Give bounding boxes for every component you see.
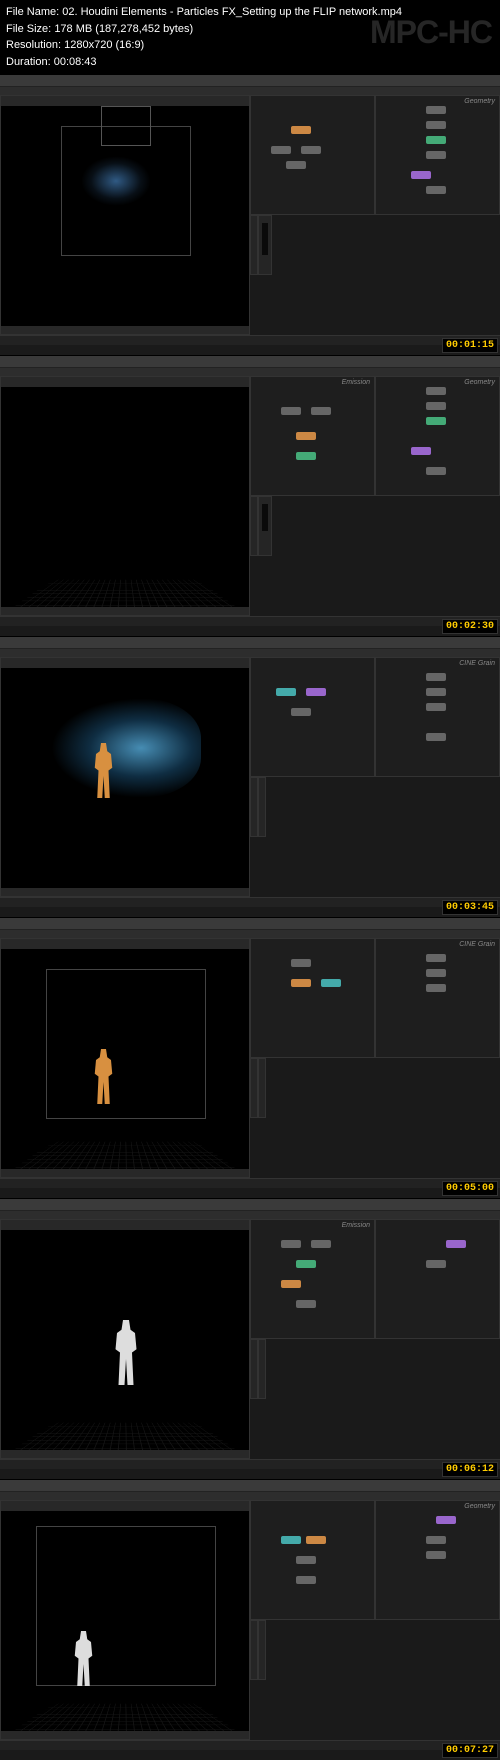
menubar: [0, 368, 500, 376]
parameter-panel-2: [258, 1620, 266, 1680]
thumbnail[interactable]: Emission Geometry: [0, 355, 500, 636]
window-titlebar: [0, 75, 500, 87]
timestamp-badge: 00:03:45: [442, 900, 498, 915]
app-watermark: MPC-HC: [370, 8, 492, 56]
window-titlebar: [0, 918, 500, 930]
bounding-box: [36, 1526, 216, 1686]
window-titlebar: [0, 1199, 500, 1211]
window-titlebar: [0, 356, 500, 368]
menubar: [0, 87, 500, 95]
code-panel: [258, 496, 272, 556]
parameter-panel: [250, 777, 258, 837]
window-titlebar: [0, 637, 500, 649]
timeline: [0, 335, 500, 345]
thumbnail[interactable]: CINE Grain 00:05:00: [0, 917, 500, 1198]
node-editor-left: Emission: [250, 376, 375, 496]
timestamp-badge: 00:01:15: [442, 338, 498, 353]
node-editor-left: Emission: [250, 1219, 375, 1339]
emitter-box: [101, 106, 151, 146]
timeline: [0, 1178, 500, 1188]
parameter-panel: [250, 1058, 258, 1118]
node-editor-right: [375, 1219, 500, 1339]
node-editor-left: [250, 938, 375, 1058]
timestamp-badge: 00:05:00: [442, 1181, 498, 1196]
character-figure: [111, 1320, 141, 1385]
parameter-panel: [250, 215, 258, 275]
timeline: [0, 616, 500, 626]
timestamp-badge: 00:06:12: [442, 1462, 498, 1477]
viewport-3d: [0, 95, 250, 335]
node-editor-right: Geometry: [375, 95, 500, 215]
particle-explosion: [51, 698, 201, 798]
node-editor-right: CINE Grain: [375, 938, 500, 1058]
parameter-panel: [250, 496, 258, 556]
timeline: [0, 1459, 500, 1469]
node-editor-left: [250, 95, 375, 215]
code-panel: [258, 215, 272, 275]
thumbnail[interactable]: Geometry: [0, 74, 500, 355]
file-info-header: File Name: 02. Houdini Elements - Partic…: [0, 0, 500, 74]
timeline: [0, 1740, 500, 1750]
menubar: [0, 930, 500, 938]
node-editor-right: Geometry: [375, 1500, 500, 1620]
parameter-panel: [250, 1620, 258, 1680]
viewport-3d: [0, 376, 250, 616]
menubar: [0, 649, 500, 657]
viewport-3d: [0, 657, 250, 897]
node-editor-left: [250, 657, 375, 777]
node-editor-left: [250, 1500, 375, 1620]
menubar: [0, 1211, 500, 1219]
particle-cloud: [81, 156, 151, 206]
bounding-box: [46, 969, 206, 1119]
viewport-3d: [0, 1219, 250, 1459]
menubar: [0, 1492, 500, 1500]
window-titlebar: [0, 1480, 500, 1492]
timestamp-badge: 00:02:30: [442, 619, 498, 634]
parameter-panel: [250, 1339, 258, 1399]
parameter-panel-2: [258, 777, 266, 837]
thumbnail[interactable]: Geometry 00:07:27: [0, 1479, 500, 1760]
viewport-3d: [0, 938, 250, 1178]
thumbnail[interactable]: CINE Grain 00:03:45: [0, 636, 500, 917]
parameter-panel-2: [258, 1058, 266, 1118]
thumbnail-grid: Geometry: [0, 74, 500, 1760]
node-editor-right: Geometry: [375, 376, 500, 496]
node-editor-right: CINE Grain: [375, 657, 500, 777]
thumbnail[interactable]: Emission: [0, 1198, 500, 1479]
timeline: [0, 897, 500, 907]
viewport-3d: [0, 1500, 250, 1740]
parameter-panel-2: [258, 1339, 266, 1399]
